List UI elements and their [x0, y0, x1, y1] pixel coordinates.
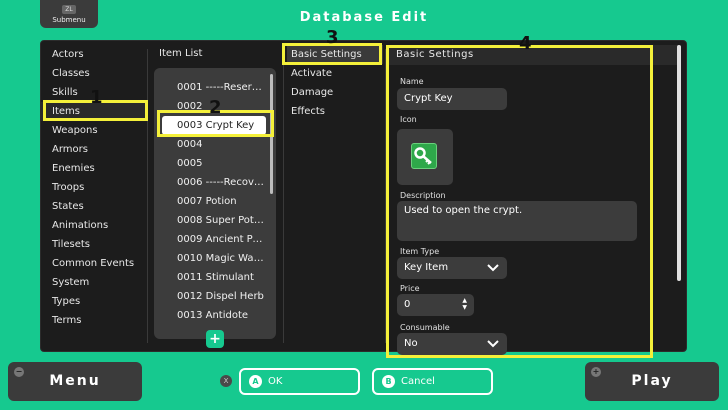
category-tilesets[interactable]: Tilesets [41, 235, 147, 254]
price-label: Price [400, 284, 420, 293]
category-classes[interactable]: Classes [41, 64, 147, 83]
basic-settings-pane: Basic Settings Name Crypt Key Icon Descr… [388, 45, 678, 355]
page-title: Database Edit [299, 10, 429, 25]
annotation-number: 3 [326, 27, 339, 48]
category-states[interactable]: States [41, 197, 147, 216]
tab-effects[interactable]: Effects [287, 102, 383, 121]
price-value: 0 [404, 299, 411, 310]
description-label: Description [400, 191, 446, 200]
annotation-number: 4 [519, 33, 532, 54]
list-item[interactable]: 0005 [154, 154, 266, 173]
a-button-icon: A [249, 374, 262, 388]
plus-icon: + [591, 367, 601, 377]
stepper-arrows-icon[interactable]: ▲ ▼ [462, 297, 467, 311]
minus-icon: − [14, 367, 24, 377]
cancel-label: Cancel [401, 376, 435, 387]
settings-scrollbar[interactable] [677, 45, 681, 281]
cancel-button[interactable]: B Cancel [372, 368, 493, 395]
price-stepper[interactable]: 0 ▲ ▼ [397, 294, 474, 316]
annotation-number: 2 [209, 97, 222, 118]
database-panel: Actors Classes Skills Items Weapons Armo… [40, 40, 687, 355]
key-icon [411, 143, 437, 169]
category-terms[interactable]: Terms [41, 311, 147, 330]
settings-header: Basic Settings [388, 45, 678, 65]
list-item[interactable]: 0012 Dispel Herb [154, 287, 266, 306]
consumable-select[interactable]: No [397, 333, 507, 355]
consumable-value: No [404, 338, 418, 349]
list-item[interactable]: 0009 Ancient Po… [154, 230, 266, 249]
category-troops[interactable]: Troops [41, 178, 147, 197]
icon-label: Icon [400, 115, 417, 124]
list-item[interactable]: 0007 Potion [154, 192, 266, 211]
list-item-selected[interactable]: 0003 Crypt Key [162, 116, 266, 135]
settings-tabs: Basic Settings Activate Damage Effects [287, 45, 383, 121]
item-type-select[interactable]: Key Item [397, 257, 507, 279]
list-item[interactable]: 0008 Super Potion [154, 211, 266, 230]
description-field[interactable]: Used to open the crypt. [397, 201, 637, 241]
divider [283, 49, 284, 343]
play-label: Play [631, 373, 673, 389]
category-armors[interactable]: Armors [41, 140, 147, 159]
name-field[interactable]: Crypt Key [397, 88, 507, 110]
tab-activate[interactable]: Activate [287, 64, 383, 83]
list-item[interactable]: 0006 -----Recove… [154, 173, 266, 192]
play-button[interactable]: + Play [585, 362, 719, 401]
list-item[interactable]: 0013 Antidote [154, 306, 266, 325]
b-button-icon: B [382, 374, 395, 388]
category-enemies[interactable]: Enemies [41, 159, 147, 178]
category-types[interactable]: Types [41, 292, 147, 311]
category-system[interactable]: System [41, 273, 147, 292]
icon-picker[interactable] [397, 129, 453, 185]
item-list-header: Item List [159, 48, 203, 59]
tab-damage[interactable]: Damage [287, 83, 383, 102]
add-item-button[interactable]: + [206, 330, 224, 348]
item-type-label: Item Type [400, 247, 440, 256]
item-list-scrollbar[interactable] [270, 74, 273, 194]
item-type-value: Key Item [404, 262, 449, 273]
annotation-number: 1 [90, 87, 103, 108]
list-item[interactable]: 0001 -----Reserved [154, 78, 266, 97]
chevron-down-icon [487, 264, 499, 272]
list-item[interactable]: 0010 Magic Water [154, 249, 266, 268]
divider [385, 49, 386, 343]
ok-button[interactable]: A OK [239, 368, 360, 395]
menu-button[interactable]: − Menu [8, 362, 142, 401]
category-actors[interactable]: Actors [41, 45, 147, 64]
divider [147, 49, 148, 343]
chevron-down-icon [487, 340, 499, 348]
consumable-label: Consumable [400, 323, 450, 332]
list-item[interactable]: 0004 [154, 135, 266, 154]
ok-label: OK [268, 376, 283, 387]
name-label: Name [400, 77, 424, 86]
list-item[interactable]: 0011 Stimulant [154, 268, 266, 287]
category-common-events[interactable]: Common Events [41, 254, 147, 273]
category-animations[interactable]: Animations [41, 216, 147, 235]
x-button-icon: X [220, 375, 232, 387]
menu-label: Menu [49, 373, 101, 389]
category-weapons[interactable]: Weapons [41, 121, 147, 140]
